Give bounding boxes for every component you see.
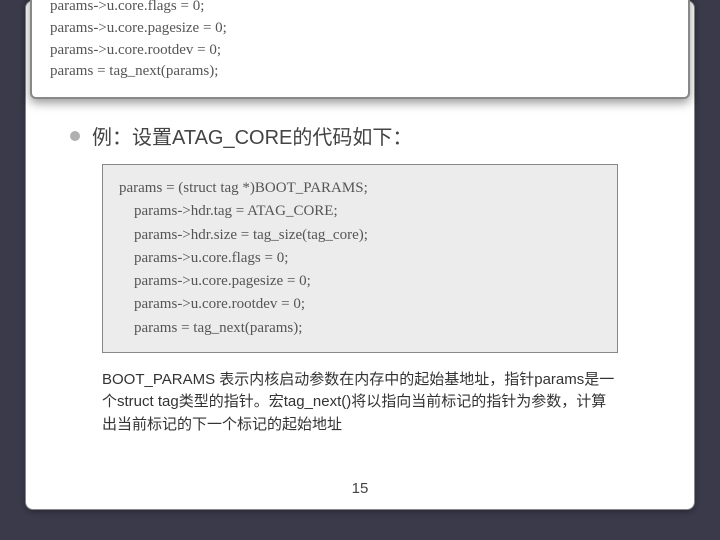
- code-line: params->u.core.pagesize = 0;: [50, 18, 670, 40]
- code-line: params->hdr.size = tag_size(tag_core);: [119, 224, 601, 247]
- code-line: params->u.core.flags = 0;: [50, 0, 670, 18]
- code-line: params->hdr.tag = ATAG_CORE;: [119, 200, 601, 223]
- bullet-text: 例：设置ATAG_CORE的代码如下：: [92, 121, 412, 150]
- code-line: params->u.core.pagesize = 0;: [119, 270, 601, 293]
- bullet-dot-icon: [70, 131, 80, 141]
- page-number: 15: [26, 480, 694, 497]
- code-line: params->u.core.flags = 0;: [119, 247, 601, 270]
- code-line: params = tag_next(params);: [119, 317, 601, 340]
- description-text: BOOT_PARAMS 表示内核启动参数在内存中的起始基地址，指针params是…: [102, 369, 618, 437]
- top-overlay-codebox: params->u.core.flags = 0; params->u.core…: [30, 0, 690, 99]
- code-line: params->u.core.rootdev = 0;: [50, 40, 670, 62]
- code-line: params->u.core.rootdev = 0;: [119, 293, 601, 316]
- code-line: params = tag_next(params);: [50, 61, 670, 83]
- bullet-row: 例：设置ATAG_CORE的代码如下：: [26, 121, 694, 164]
- code-line: params = (struct tag *)BOOT_PARAMS;: [119, 177, 601, 200]
- code-block: params = (struct tag *)BOOT_PARAMS; para…: [102, 164, 618, 353]
